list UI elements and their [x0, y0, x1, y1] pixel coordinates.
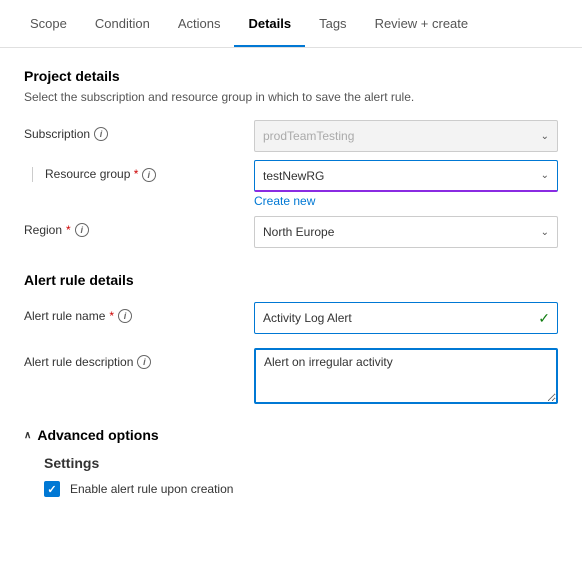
alert-rule-name-label: Alert rule name * i	[24, 302, 254, 323]
resource-group-label-wrapper: Resource group * i	[24, 160, 254, 182]
enable-alert-rule-label: Enable alert rule upon creation	[70, 482, 233, 496]
subscription-dropdown[interactable]: prodTeamTesting ⌄	[254, 120, 558, 152]
region-chevron-icon: ⌄	[541, 227, 549, 238]
alert-rule-name-valid-icon: ✓	[538, 310, 550, 327]
alert-rule-name-input-wrapper: ✓	[254, 302, 558, 334]
subscription-label: Subscription i	[24, 120, 254, 141]
region-row: Region * i North Europe ⌄	[24, 216, 558, 248]
region-required: *	[66, 223, 71, 237]
alert-rule-description-textarea[interactable]: Alert on irregular activity	[254, 348, 558, 404]
alert-rule-description-label: Alert rule description i	[24, 348, 254, 369]
alert-rule-description-row: Alert rule description i Alert on irregu…	[24, 348, 558, 407]
alert-rule-details-title: Alert rule details	[24, 272, 558, 288]
advanced-options-title: Advanced options	[37, 427, 158, 443]
resource-group-info-icon[interactable]: i	[142, 168, 156, 182]
alert-rule-name-input[interactable]	[254, 302, 558, 334]
resource-group-required: *	[134, 167, 139, 181]
nav-item-actions[interactable]: Actions	[164, 2, 235, 47]
nav-item-condition[interactable]: Condition	[81, 2, 164, 47]
region-dropdown[interactable]: North Europe ⌄	[254, 216, 558, 248]
project-details-title: Project details	[24, 68, 558, 84]
create-new-link[interactable]: Create new	[254, 194, 558, 208]
nav-item-review-create[interactable]: Review + create	[361, 2, 483, 47]
resource-group-chevron-icon: ⌄	[541, 170, 549, 181]
advanced-options-header[interactable]: ∧ Advanced options	[24, 427, 558, 443]
alert-rule-details-section: Alert rule details Alert rule name * i ✓…	[24, 272, 558, 407]
alert-rule-name-control: ✓	[254, 302, 558, 334]
subscription-row: Subscription i prodTeamTesting ⌄	[24, 120, 558, 152]
subscription-chevron-icon: ⌄	[541, 131, 549, 142]
subscription-control: prodTeamTesting ⌄	[254, 120, 558, 152]
nav-item-details[interactable]: Details	[234, 2, 305, 47]
advanced-options-section: ∧ Advanced options Settings Enable alert…	[24, 427, 558, 497]
nav-item-scope[interactable]: Scope	[16, 2, 81, 47]
alert-rule-name-row: Alert rule name * i ✓	[24, 302, 558, 334]
subscription-info-icon[interactable]: i	[94, 127, 108, 141]
advanced-options-content: Settings Enable alert rule upon creation	[44, 455, 558, 497]
enable-alert-rule-checkbox[interactable]	[44, 481, 60, 497]
alert-rule-description-info-icon[interactable]: i	[137, 355, 151, 369]
resource-group-value: testNewRG	[263, 169, 324, 183]
resource-group-row: Resource group * i testNewRG ⌄ Create ne…	[24, 160, 558, 208]
top-navigation: Scope Condition Actions Details Tags Rev…	[0, 0, 582, 48]
nav-item-tags[interactable]: Tags	[305, 2, 360, 47]
alert-rule-name-info-icon[interactable]: i	[118, 309, 132, 323]
project-details-description: Select the subscription and resource gro…	[24, 90, 558, 104]
region-info-icon[interactable]: i	[75, 223, 89, 237]
subscription-value: prodTeamTesting	[263, 129, 354, 143]
region-control: North Europe ⌄	[254, 216, 558, 248]
alert-rule-description-control: Alert on irregular activity	[254, 348, 558, 407]
resource-group-indent: Resource group * i	[32, 167, 156, 182]
settings-title: Settings	[44, 455, 558, 471]
enable-alert-rule-row: Enable alert rule upon creation	[44, 481, 558, 497]
advanced-options-chevron-icon: ∧	[24, 430, 31, 441]
resource-group-control: testNewRG ⌄ Create new	[254, 160, 558, 208]
region-value: North Europe	[263, 225, 334, 239]
resource-group-dropdown[interactable]: testNewRG ⌄	[254, 160, 558, 192]
region-label: Region * i	[24, 216, 254, 237]
content-area: Project details Select the subscription …	[0, 48, 582, 517]
alert-rule-name-required: *	[109, 309, 114, 323]
